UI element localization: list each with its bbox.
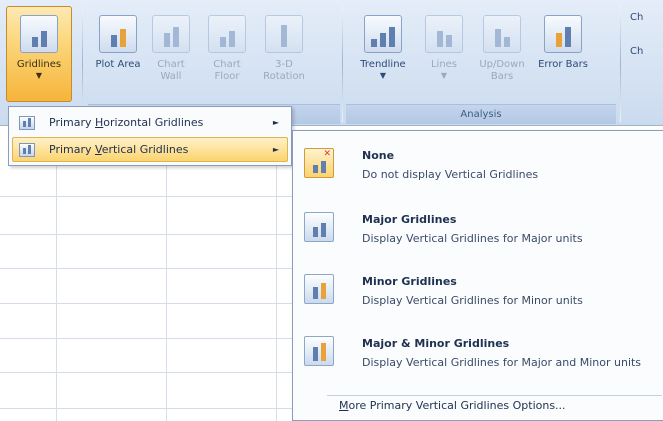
option-title: Major Gridlines bbox=[362, 213, 457, 226]
lines-button[interactable]: Lines ▼ bbox=[420, 6, 468, 102]
chart-wall-label: Chart Wall bbox=[157, 59, 185, 82]
vertical-gridlines-submenu: ✕ None Do not display Vertical Gridlines… bbox=[292, 130, 663, 421]
lines-label: Lines bbox=[430, 59, 458, 70]
up-down-bars-label: Up/Down Bars bbox=[479, 59, 525, 82]
plot-area-icon bbox=[99, 15, 137, 53]
option-major-minor-gridlines[interactable]: Major & Minor Gridlines Display Vertical… bbox=[297, 323, 662, 383]
submenu-arrow-icon: ► bbox=[272, 118, 279, 127]
option-title: Minor Gridlines bbox=[362, 275, 457, 288]
trendline-icon bbox=[364, 15, 402, 53]
rotation-icon bbox=[265, 15, 303, 53]
chevron-down-icon: ▼ bbox=[440, 71, 448, 80]
chart-floor-label: Chart Floor bbox=[213, 59, 241, 82]
plot-area-label: Plot Area bbox=[95, 59, 141, 70]
option-none[interactable]: ✕ None Do not display Vertical Gridlines bbox=[297, 135, 662, 195]
gridlines-icon bbox=[20, 15, 58, 53]
grid-line bbox=[56, 164, 57, 421]
grid-line bbox=[166, 164, 167, 421]
grid-line bbox=[0, 234, 300, 235]
gridlines-label: Gridlines bbox=[16, 59, 62, 70]
group-separator bbox=[342, 6, 343, 122]
major-minor-gridlines-icon bbox=[304, 336, 334, 366]
option-description: Display Vertical Gridlines for Major uni… bbox=[362, 232, 583, 245]
menu-item-label: Primary Horizontal Gridlines bbox=[49, 116, 204, 129]
menu-divider bbox=[327, 395, 662, 396]
option-title: None bbox=[362, 149, 395, 162]
grid-line bbox=[0, 372, 300, 373]
plot-area-button[interactable]: Plot Area bbox=[92, 6, 144, 102]
submenu-arrow-icon: ► bbox=[272, 145, 279, 154]
worksheet-area bbox=[0, 126, 300, 421]
gridlines-button[interactable]: Gridlines ▼ bbox=[6, 6, 72, 102]
horizontal-gridlines-icon bbox=[19, 115, 35, 130]
menu-item-primary-vertical-gridlines[interactable]: Primary Vertical Gridlines ► bbox=[12, 137, 288, 162]
option-title: Major & Minor Gridlines bbox=[362, 337, 510, 350]
option-minor-gridlines[interactable]: Minor Gridlines Display Vertical Gridlin… bbox=[297, 261, 662, 321]
chart-wall-icon bbox=[152, 15, 190, 53]
chart-wall-button[interactable]: Chart Wall bbox=[146, 6, 196, 102]
option-description: Do not display Vertical Gridlines bbox=[362, 168, 539, 181]
option-major-gridlines[interactable]: Major Gridlines Display Vertical Gridlin… bbox=[297, 199, 662, 259]
chevron-down-icon: ▼ bbox=[35, 71, 43, 80]
none-gridlines-icon: ✕ bbox=[304, 148, 334, 178]
group-separator bbox=[620, 6, 621, 122]
trendline-label: Trendline bbox=[360, 59, 406, 70]
grid-line bbox=[0, 268, 300, 269]
major-gridlines-icon bbox=[304, 212, 334, 242]
cut-off-group-text: Ch bbox=[630, 46, 644, 57]
error-bars-button[interactable]: Error Bars bbox=[536, 6, 590, 102]
grid-line bbox=[0, 408, 300, 409]
chevron-down-icon: ▼ bbox=[379, 71, 387, 80]
up-down-bars-icon bbox=[483, 15, 521, 53]
up-down-bars-button[interactable]: Up/Down Bars bbox=[472, 6, 532, 102]
grid-line bbox=[0, 338, 300, 339]
chart-floor-icon bbox=[208, 15, 246, 53]
error-bars-label: Error Bars bbox=[538, 59, 588, 70]
grid-line bbox=[0, 196, 300, 197]
more-options-link[interactable]: More Primary Vertical Gridlines Options.… bbox=[339, 399, 566, 412]
menu-item-primary-horizontal-gridlines[interactable]: Primary Horizontal Gridlines ► bbox=[12, 110, 288, 135]
grid-line bbox=[276, 164, 277, 421]
rotation-button[interactable]: 3-D Rotation bbox=[258, 6, 310, 102]
option-description: Display Vertical Gridlines for Minor uni… bbox=[362, 294, 583, 307]
menu-item-label: Primary Vertical Gridlines bbox=[49, 143, 189, 156]
trendline-button[interactable]: Trendline ▼ bbox=[350, 6, 416, 102]
grid-line bbox=[0, 303, 300, 304]
error-bars-icon bbox=[544, 15, 582, 53]
cut-off-group-text: Ch bbox=[630, 12, 644, 23]
option-description: Display Vertical Gridlines for Major and… bbox=[362, 356, 642, 369]
vertical-gridlines-icon bbox=[19, 142, 35, 157]
group-separator bbox=[82, 6, 83, 122]
minor-gridlines-icon bbox=[304, 274, 334, 304]
rotation-label: 3-D Rotation bbox=[263, 59, 305, 82]
lines-icon bbox=[425, 15, 463, 53]
gridlines-menu: Primary Horizontal Gridlines ► Primary V… bbox=[8, 106, 292, 166]
chart-floor-button[interactable]: Chart Floor bbox=[200, 6, 254, 102]
analysis-group-label: Analysis bbox=[346, 104, 616, 124]
